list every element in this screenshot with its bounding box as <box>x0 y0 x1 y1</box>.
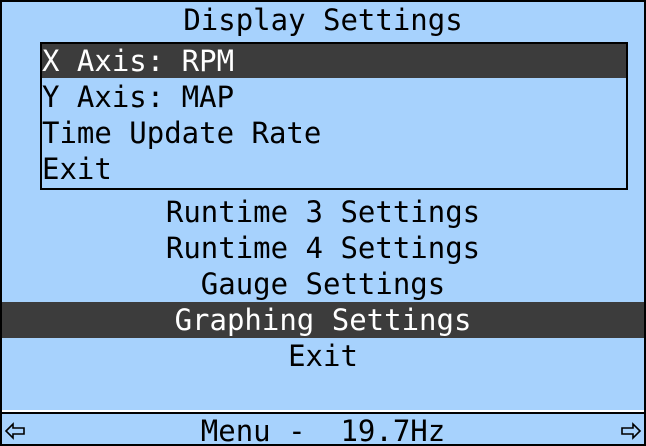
submenu-item-x-axis[interactable]: X Axis: RPM <box>42 44 626 78</box>
menu-title: Display Settings <box>183 3 463 37</box>
submenu-item-exit[interactable]: Exit <box>42 152 626 186</box>
arrow-right-icon[interactable] <box>620 420 642 442</box>
menu-area: Display Settings X Axis: RPM Y Axis: MAP… <box>2 2 644 410</box>
submenu-item-time-update-rate[interactable]: Time Update Rate <box>42 116 626 150</box>
status-text: Menu - 19.7Hz <box>200 414 446 446</box>
submenu-item-y-axis[interactable]: Y Axis: MAP <box>42 80 626 114</box>
status-bar: Menu - 19.7Hz <box>2 412 644 446</box>
lcd-screen: Display Settings X Axis: RPM Y Axis: MAP… <box>0 0 646 446</box>
menu-item-gauge-settings[interactable]: Gauge Settings <box>2 266 644 302</box>
display-settings-submenu: X Axis: RPM Y Axis: MAP Time Update Rate… <box>40 42 628 190</box>
menu-item-runtime-3-settings[interactable]: Runtime 3 Settings <box>2 194 644 230</box>
menu-item-exit[interactable]: Exit <box>2 338 644 374</box>
menu-item-graphing-settings[interactable]: Graphing Settings <box>2 302 644 338</box>
menu-item-runtime-4-settings[interactable]: Runtime 4 Settings <box>2 230 644 266</box>
